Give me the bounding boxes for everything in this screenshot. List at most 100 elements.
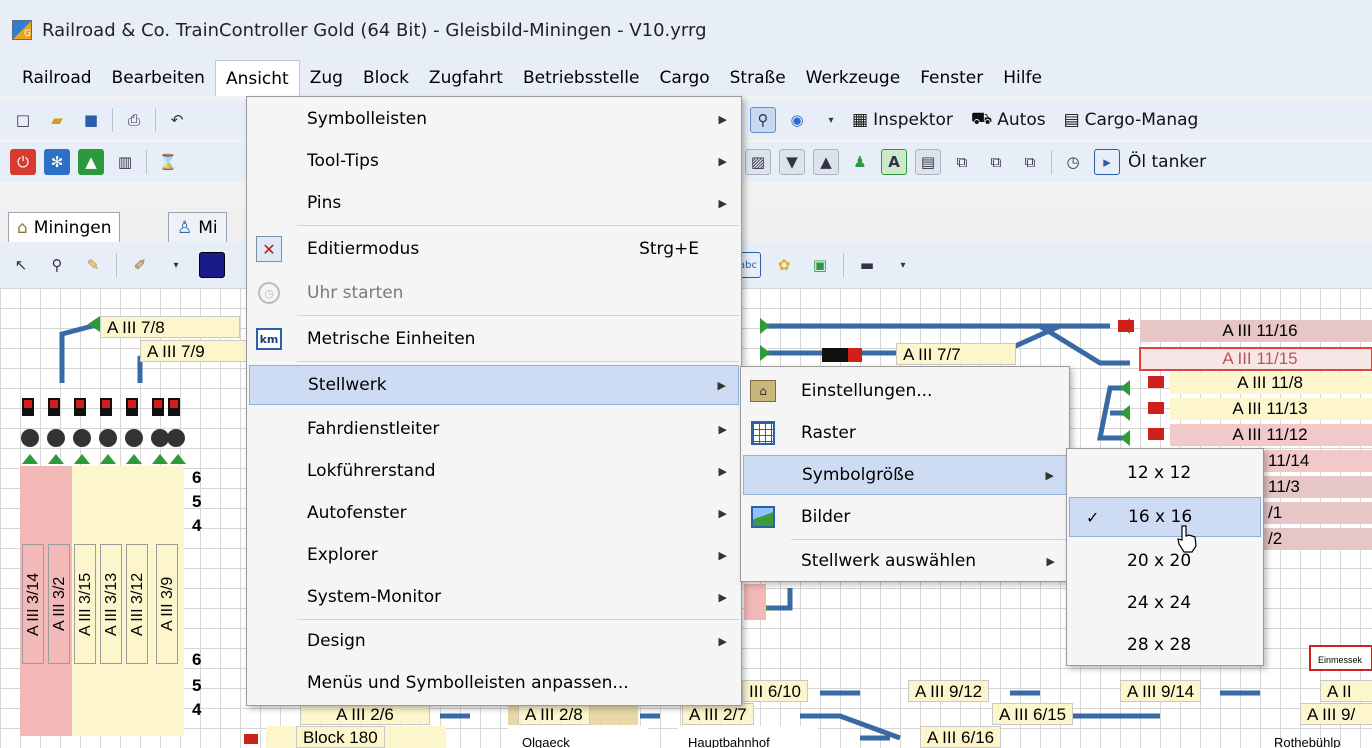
signal-box-icon: ⌂ [17, 217, 28, 238]
track-number: 5 [192, 676, 202, 695]
menu-zug[interactable]: Zug [300, 64, 353, 92]
menu-strasse[interactable]: Straße [720, 64, 796, 92]
menu-item-fahrdienstleiter[interactable]: Fahrdienstleiter ▶ [249, 409, 739, 449]
color-swatch-icon[interactable] [199, 252, 225, 278]
signal-box-icon[interactable]: ▥ [112, 149, 138, 175]
menu-hilfe[interactable]: Hilfe [993, 64, 1052, 92]
menu-divider [297, 315, 739, 316]
play-icon[interactable]: ▸ [1094, 149, 1120, 175]
menu-item-size-24[interactable]: 24 x 24 [1069, 583, 1261, 623]
menu-item-metrische-einheiten[interactable]: km Metrische Einheiten [249, 319, 739, 359]
dispatcher-icon: ♙ [177, 217, 193, 238]
menu-cargo[interactable]: Cargo [649, 64, 719, 92]
vertical-block-label: A III 3/2 [48, 544, 70, 664]
menu-item-size-12[interactable]: 12 x 12 [1069, 453, 1261, 493]
menu-item-symbolleisten[interactable]: Symbolleisten ▶ [249, 99, 739, 139]
select-arrow-icon[interactable]: ↖ [8, 252, 34, 278]
menu-item-editiermodus[interactable]: ✕ Editiermodus Strg+E [249, 229, 739, 269]
menu-item-stellwerk-auswaehlen[interactable]: Stellwerk auswählen ▶ [743, 541, 1067, 581]
print-icon[interactable]: ⎙ [121, 107, 147, 133]
copy-icon-2[interactable]: ⧉ [983, 149, 1009, 175]
locomotive-search-icon[interactable]: ⚲ [750, 107, 776, 133]
menu-railroad[interactable]: Railroad [12, 64, 102, 92]
cargo-manager-button[interactable]: ▤ Cargo-Manag [1064, 110, 1199, 130]
menu-item-stellwerk[interactable]: Stellwerk ▶ [249, 365, 739, 405]
track-number: 4 [192, 700, 202, 719]
palette-icon[interactable]: ✿ [771, 252, 797, 278]
globe-icon[interactable]: ◉ [784, 107, 810, 133]
freeze-icon[interactable]: ✻ [44, 149, 70, 175]
grid-icon [751, 421, 775, 445]
block-label: A III 2/7 [682, 703, 754, 725]
cargo-icon: ▤ [1063, 110, 1080, 130]
menu-item-tool-tips[interactable]: Tool-Tips ▶ [249, 141, 739, 181]
menu-divider [297, 619, 739, 620]
new-file-icon[interactable]: □ [10, 107, 36, 133]
picture-icon[interactable]: ▣ [807, 252, 833, 278]
menu-item-einstellungen[interactable]: ⌂ Einstellungen... [743, 371, 1067, 411]
save-icon[interactable]: ■ [78, 107, 104, 133]
menu-item-design[interactable]: Design ▶ [249, 621, 739, 661]
stopwatch-icon[interactable]: ⌛ [155, 149, 181, 175]
label-a-icon[interactable]: A [881, 149, 907, 175]
dropdown-arrow-icon[interactable]: ▾ [890, 252, 916, 278]
undo-icon[interactable]: ↶ [164, 107, 190, 133]
ansicht-menu: Symbolleisten ▶ Tool-Tips ▶ Pins ▶ ✕ Edi… [246, 96, 742, 706]
autos-button[interactable]: ⛟ Autos [971, 109, 1046, 131]
menu-zugfahrt[interactable]: Zugfahrt [419, 64, 513, 92]
dropdown-arrow-icon[interactable]: ▾ [163, 252, 189, 278]
menu-item-size-16[interactable]: ✓ 16 x 16 [1069, 497, 1261, 537]
arrow-down-icon[interactable]: ▼ [779, 149, 805, 175]
copy-icon-1[interactable]: ⧉ [949, 149, 975, 175]
menu-fenster[interactable]: Fenster [910, 64, 993, 92]
line-style-icon[interactable]: ▬ [854, 252, 880, 278]
block-tool-icon-4[interactable]: ▤ [915, 149, 941, 175]
inspektor-button[interactable]: ▦ Inspektor [852, 110, 953, 130]
menu-block[interactable]: Block [353, 64, 419, 92]
hand-cursor-icon [1177, 525, 1197, 553]
menu-item-raster[interactable]: Raster [743, 413, 1067, 453]
menu-item-lokfuehrerstand[interactable]: Lokführerstand ▶ [249, 451, 739, 491]
menu-item-anpassen[interactable]: Menüs und Symbolleisten anpassen... [249, 663, 739, 703]
vertical-block-label: A III 3/12 [126, 544, 148, 664]
emergency-stop-icon[interactable]: ⏻ [10, 149, 36, 175]
arrow-up-icon[interactable]: ▲ [813, 149, 839, 175]
submenu-arrow-icon: ▶ [718, 112, 727, 126]
menu-item-size-28[interactable]: 28 x 28 [1069, 625, 1261, 665]
pencil-icon[interactable]: ✎ [80, 252, 106, 278]
track-tool-icon[interactable]: ⚲ [44, 252, 70, 278]
menu-item-symbolgroesse[interactable]: Symbolgröße ▶ [743, 455, 1067, 495]
brush-icon[interactable]: ✐ [127, 252, 153, 278]
menu-werkzeuge[interactable]: Werkzeuge [796, 64, 911, 92]
menu-item-system-monitor[interactable]: System-Monitor ▶ [249, 577, 739, 617]
track-number: 6 [192, 650, 202, 669]
open-folder-icon[interactable]: ▰ [44, 107, 70, 133]
track-number: 6 [192, 468, 202, 487]
toolbar-separator [112, 108, 113, 132]
menu-item-size-20[interactable]: 20 x 20 [1069, 541, 1261, 581]
toolbar-separator [843, 253, 844, 277]
km-icon: km [256, 328, 282, 350]
menu-item-uhr-starten[interactable]: ◷ Uhr starten [249, 273, 739, 313]
menu-betriebsstelle[interactable]: Betriebsstelle [513, 64, 650, 92]
block-label: 11/3 [1268, 477, 1300, 496]
copy-icon-3[interactable]: ⧉ [1017, 149, 1043, 175]
menu-item-bilder[interactable]: Bilder [743, 497, 1067, 537]
go-icon[interactable]: ▲ [78, 149, 104, 175]
menu-item-autofenster[interactable]: Autofenster ▶ [249, 493, 739, 533]
block-tool-icon-3[interactable]: ▨ [745, 149, 771, 175]
menu-item-explorer[interactable]: Explorer ▶ [249, 535, 739, 575]
inspektor-icon: ▦ [852, 110, 869, 130]
tools-icon: ✕ [256, 236, 282, 262]
menu-ansicht[interactable]: Ansicht [214, 60, 300, 96]
route-icon[interactable]: ♟ [847, 149, 873, 175]
clock-icon[interactable]: ◷ [1060, 149, 1086, 175]
menu-item-pins[interactable]: Pins ▶ [249, 183, 739, 223]
submenu-arrow-icon: ▶ [717, 378, 726, 392]
dropdown-arrow-icon[interactable]: ▾ [818, 107, 844, 133]
tab-mi[interactable]: ♙ Mi [168, 212, 227, 242]
tab-miningen[interactable]: ⌂ Miningen [8, 212, 121, 242]
checkmark-icon: ✓ [1086, 507, 1100, 527]
menu-bearbeiten[interactable]: Bearbeiten [102, 64, 215, 92]
oeltanker-button[interactable]: Öl tanker [1128, 152, 1206, 172]
